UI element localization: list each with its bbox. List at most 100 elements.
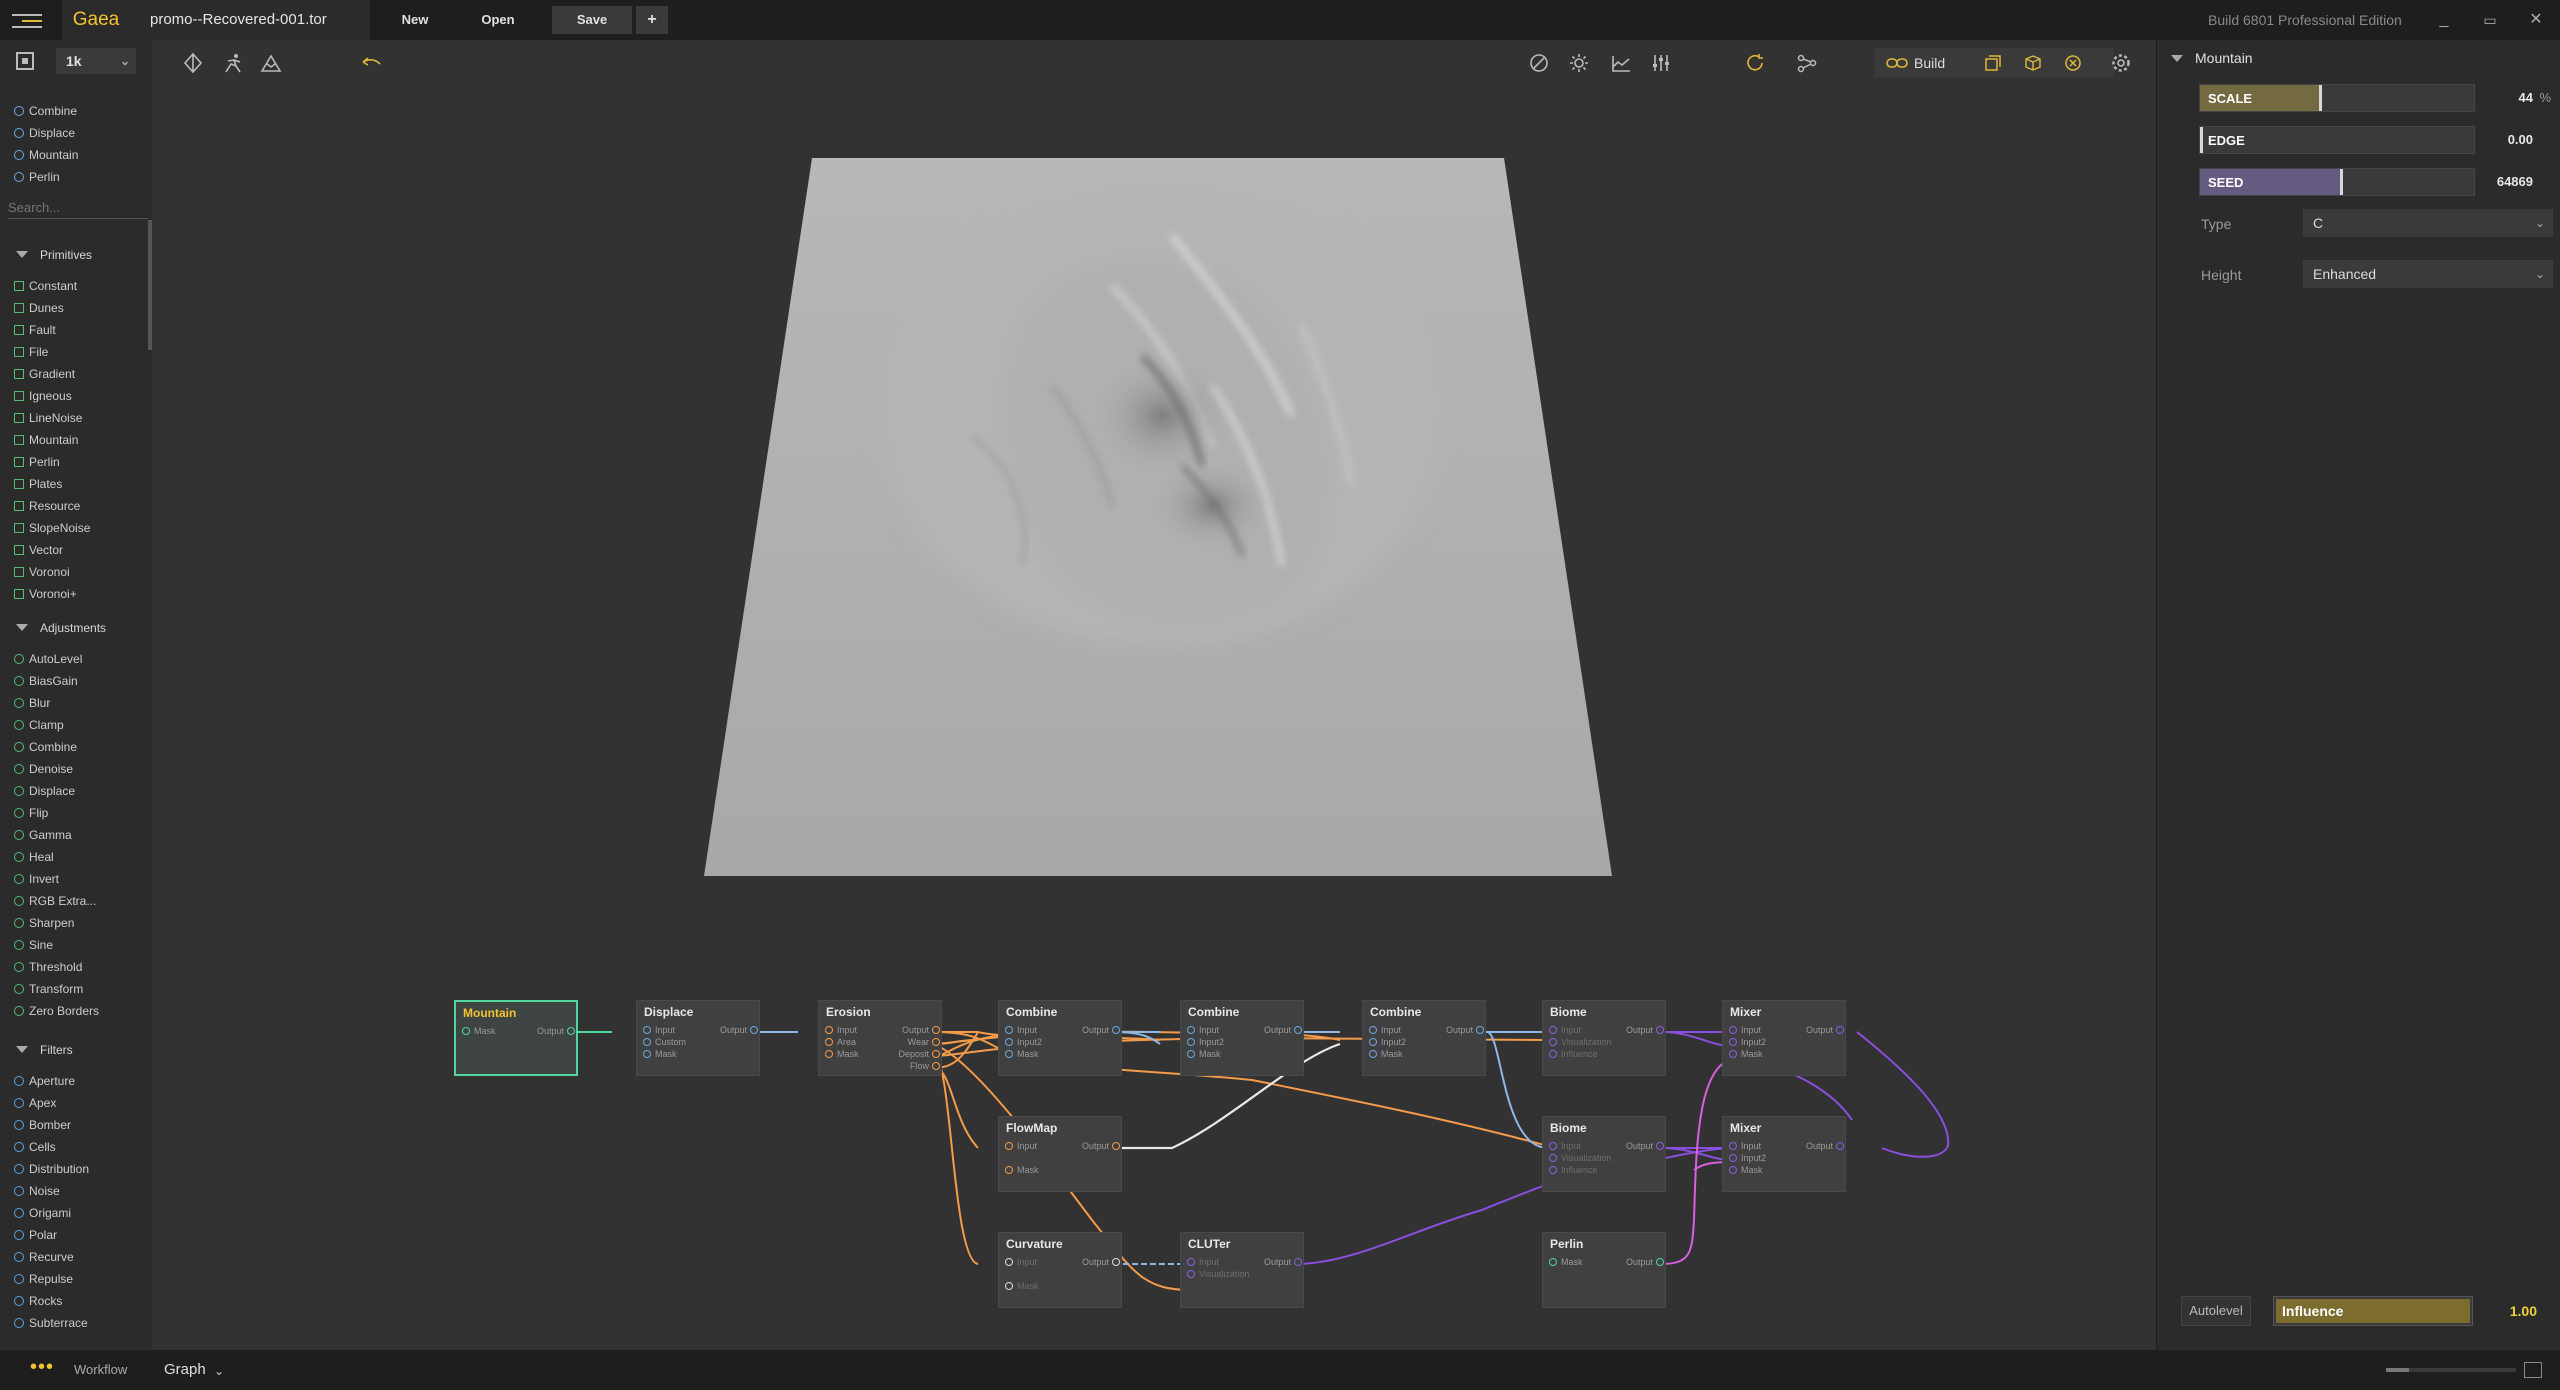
input-port[interactable]: Mask xyxy=(1549,1257,1583,1267)
edge-slider[interactable]: EDGE xyxy=(2199,126,2475,154)
library-node-item[interactable]: Repulse xyxy=(14,1270,73,1288)
library-node-item[interactable]: Apex xyxy=(14,1094,56,1112)
output-port[interactable]: Output xyxy=(1626,1257,1665,1267)
library-node-item[interactable]: Clamp xyxy=(14,716,64,734)
library-node-item[interactable]: Polar xyxy=(14,1226,57,1244)
console-icon[interactable] xyxy=(2524,1362,2542,1378)
input-port[interactable]: Input xyxy=(1004,1141,1037,1151)
library-node-item[interactable]: File xyxy=(14,343,48,361)
input-port[interactable]: Input2 xyxy=(1368,1037,1406,1047)
refresh-icon[interactable] xyxy=(1744,52,1766,74)
mountain-tool-icon[interactable] xyxy=(260,52,282,74)
output-port[interactable]: Wear xyxy=(908,1037,941,1047)
library-node-item[interactable]: Gamma xyxy=(14,826,72,844)
recent-node-item[interactable]: Displace xyxy=(14,124,75,142)
library-node-item[interactable]: Origami xyxy=(14,1204,71,1222)
chevron-down-icon[interactable]: ⌄ xyxy=(214,1350,224,1390)
adjust-sliders-icon[interactable] xyxy=(1650,52,1672,74)
input-port[interactable]: Area xyxy=(824,1037,856,1047)
input-port[interactable]: Input2 xyxy=(1728,1153,1766,1163)
library-node-item[interactable]: Zero Borders xyxy=(14,1002,99,1020)
library-node-item[interactable]: Sine xyxy=(14,936,53,954)
library-node-item[interactable]: Blur xyxy=(14,694,50,712)
library-node-item[interactable]: SlopeNoise xyxy=(14,519,90,537)
output-port[interactable]: Output xyxy=(1082,1141,1121,1151)
library-node-item[interactable]: Perlin xyxy=(14,453,60,471)
seed-value[interactable]: 64869 xyxy=(2467,168,2533,196)
input-port[interactable]: Mask xyxy=(1005,1281,1039,1291)
seed-slider[interactable]: SEED xyxy=(2199,168,2475,196)
resolution-select[interactable]: 1k ⌄ xyxy=(56,48,136,74)
input-port[interactable]: Input xyxy=(1728,1025,1761,1035)
fit-view-icon[interactable] xyxy=(16,52,34,70)
library-node-item[interactable]: Sharpen xyxy=(14,914,74,932)
graph-node-combine[interactable]: Combine Input Input2 Mask Output xyxy=(998,1000,1122,1076)
graph-node-mixer[interactable]: Mixer Input Input2 Mask Output xyxy=(1722,1000,1846,1076)
maximize-icon[interactable]: ▭ xyxy=(2478,0,2502,40)
tab-workflow[interactable]: Workflow xyxy=(74,1350,127,1390)
output-port[interactable]: Flow xyxy=(910,1061,941,1071)
terrain-view-icon[interactable] xyxy=(1610,52,1632,74)
graph-node-curvature[interactable]: Curvature Input Mask Output xyxy=(998,1232,1122,1308)
graph-node-mixer[interactable]: Mixer Input Input2 Mask Output xyxy=(1722,1116,1846,1192)
library-node-item[interactable]: Recurve xyxy=(14,1248,74,1266)
hamburger-menu-icon[interactable] xyxy=(12,10,42,30)
autolevel-button[interactable]: Autolevel xyxy=(2181,1296,2251,1326)
library-node-item[interactable]: Combine xyxy=(14,738,77,756)
library-node-item[interactable]: Distribution xyxy=(14,1160,89,1178)
library-node-item[interactable]: Bomber xyxy=(14,1116,71,1134)
library-node-item[interactable]: Heal xyxy=(14,848,54,866)
input-port[interactable]: Visualization xyxy=(1548,1153,1611,1163)
library-node-item[interactable]: Rocks xyxy=(14,1292,62,1310)
library-node-item[interactable]: Dunes xyxy=(14,299,64,317)
library-node-item[interactable]: Resource xyxy=(14,497,80,515)
output-port[interactable]: Deposit xyxy=(898,1049,940,1059)
library-node-item[interactable]: Gradient xyxy=(14,365,75,383)
graph-node-flowmap[interactable]: FlowMap Input Mask Output xyxy=(998,1116,1122,1192)
new-button[interactable]: New xyxy=(385,0,445,40)
input-port[interactable]: Mask xyxy=(1729,1165,1763,1175)
cube-icon[interactable] xyxy=(2024,54,2042,72)
library-node-item[interactable]: Transform xyxy=(14,980,83,998)
input-port[interactable]: Input2 xyxy=(1004,1037,1042,1047)
input-port[interactable]: Influence xyxy=(1549,1165,1598,1175)
edge-slider-knob[interactable] xyxy=(2200,127,2203,153)
library-node-item[interactable]: Noise xyxy=(14,1182,60,1200)
input-port[interactable]: Input xyxy=(1548,1141,1581,1151)
library-node-item[interactable]: Voronoi xyxy=(14,563,70,581)
library-node-item[interactable]: Flip xyxy=(14,804,48,822)
influence-value[interactable]: 1.00 xyxy=(2477,1296,2537,1326)
node-graph[interactable]: Mountain Mask Output Displace Input Custom Mas… xyxy=(152,920,2278,1369)
graph-node-perlin[interactable]: Perlin Mask Output xyxy=(1542,1232,1666,1308)
input-port[interactable]: Mask xyxy=(1729,1049,1763,1059)
library-node-item[interactable]: Fault xyxy=(14,321,56,339)
input-port[interactable]: Visualization xyxy=(1548,1037,1611,1047)
library-node-item[interactable]: Plates xyxy=(14,475,62,493)
scale-slider-knob[interactable] xyxy=(2319,85,2322,111)
output-port[interactable]: Output xyxy=(1626,1025,1665,1035)
recent-node-item[interactable]: Combine xyxy=(14,102,77,120)
input-port[interactable]: Input xyxy=(1186,1257,1219,1267)
library-node-item[interactable]: Cells xyxy=(14,1138,56,1156)
run-tool-icon[interactable] xyxy=(222,52,244,74)
edge-value[interactable]: 0.00 xyxy=(2479,126,2533,154)
minimize-icon[interactable]: _ xyxy=(2432,0,2456,40)
branch-icon[interactable] xyxy=(1796,52,1818,74)
input-port[interactable]: Input xyxy=(1368,1025,1401,1035)
library-node-item[interactable]: RGB Extra... xyxy=(14,892,96,910)
library-node-item[interactable]: Aperture xyxy=(14,1072,75,1090)
category-filters[interactable]: Filters xyxy=(16,1040,73,1060)
save-options-button[interactable]: + xyxy=(636,6,668,34)
input-port[interactable]: Input xyxy=(642,1025,675,1035)
tab-graph[interactable]: Graph xyxy=(164,1350,206,1390)
input-port[interactable]: Mask xyxy=(643,1049,677,1059)
input-port[interactable]: Mask xyxy=(1005,1165,1039,1175)
graph-node-biome[interactable]: Biome Input Visualization Influence Output xyxy=(1542,1116,1666,1192)
library-node-item[interactable]: Subterrace xyxy=(14,1314,88,1332)
input-port[interactable]: Input xyxy=(1004,1025,1037,1035)
input-port[interactable]: Input2 xyxy=(1728,1037,1766,1047)
library-node-item[interactable]: BiasGain xyxy=(14,672,78,690)
more-options-icon[interactable]: ••• xyxy=(30,1356,54,1379)
erode-tool-icon[interactable] xyxy=(182,52,204,74)
library-node-item[interactable]: Displace xyxy=(14,782,75,800)
